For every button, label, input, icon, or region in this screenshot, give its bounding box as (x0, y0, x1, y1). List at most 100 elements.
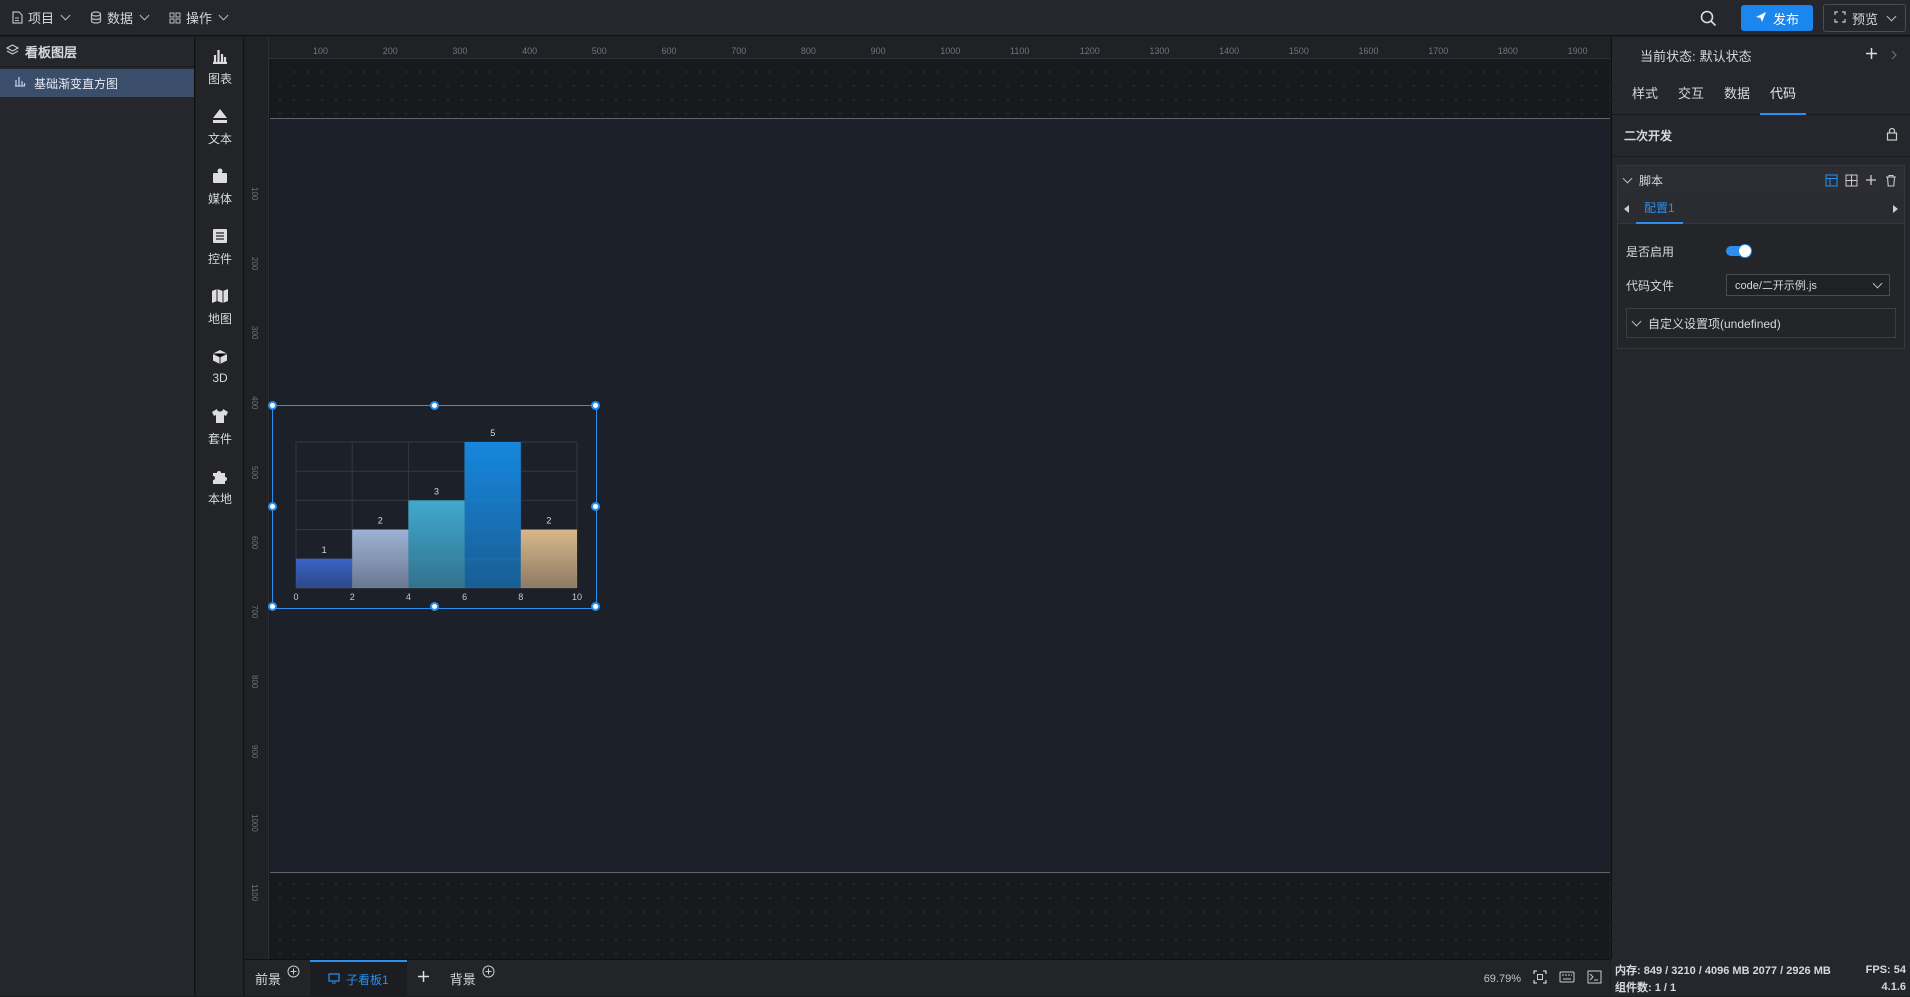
tab-style[interactable]: 样式 (1622, 73, 1668, 115)
ruler-vertical: 100 200 300 400 500 600 700 800 900 1000 1100 (245, 37, 269, 959)
menu-operation[interactable]: 操作 (158, 0, 237, 36)
menu-data[interactable]: 数据 (79, 0, 158, 36)
custom-settings-label: 自定义设置项(undefined) (1648, 316, 1781, 331)
chevron-down-icon (1631, 316, 1642, 326)
ruler-tick-label: 600 (250, 535, 259, 549)
zoom-level[interactable]: 69.79% (1484, 973, 1521, 985)
table-icon[interactable] (1844, 173, 1858, 187)
chevron-right-icon[interactable] (1890, 48, 1898, 63)
add-circle-icon[interactable] (482, 965, 495, 981)
state-row: 当前状态: 默认状态 (1612, 37, 1910, 73)
chevron-down-icon (1622, 173, 1633, 183)
code-file-value: code/二开示例.js (1735, 280, 1817, 292)
status-bar: 内存: 849 / 3210 / 4096 MB 2077 / 2926 MB … (1611, 959, 1910, 996)
resize-handle-tl[interactable] (268, 401, 277, 410)
canvas-area[interactable]: 100 200 300 400 500 600 700 800 900 1000 1100 1200 1… (245, 37, 1610, 959)
tab-code[interactable]: 代码 (1760, 73, 1807, 115)
tool-kit[interactable]: 套件 (196, 397, 244, 457)
resize-handle-tr[interactable] (591, 401, 600, 410)
resize-handle-bm[interactable] (430, 602, 439, 611)
ruler-tick-label: 200 (250, 256, 259, 271)
layers-panel: 看板图层 基础渐变直方图 (0, 37, 195, 996)
ruler-tick-label: 1000 (940, 46, 961, 56)
ruler-tick-label: 1000 (250, 814, 259, 833)
enable-toggle[interactable] (1726, 244, 1752, 258)
selected-chart-component[interactable]: 1 2 3 5 2 0 2 4 6 8 10 (268, 401, 600, 611)
trash-icon[interactable] (1884, 173, 1898, 187)
resize-handle-tm[interactable] (430, 401, 439, 410)
x-tick-label: 6 (462, 592, 467, 602)
ruler-tick-label: 600 (661, 46, 677, 56)
config-tab[interactable]: 配置1 (1636, 194, 1683, 224)
code-file-label: 代码文件 (1626, 278, 1675, 293)
chart-bar (520, 529, 577, 588)
tool-control[interactable]: 控件 (196, 217, 244, 277)
state-value[interactable]: 默认状态 (1700, 46, 1752, 65)
shirt-icon (211, 408, 229, 427)
tool-local[interactable]: 本地 (196, 457, 244, 517)
tab-foreground[interactable]: 前景 (245, 960, 310, 997)
ruler-tick-label: 800 (800, 46, 816, 56)
menu-project[interactable]: 项目 (0, 0, 79, 36)
chevron-down-icon (139, 10, 150, 21)
tab-background[interactable]: 背景 (440, 960, 505, 997)
script-header[interactable]: 脚本 (1618, 166, 1904, 194)
bar-chart-icon (211, 48, 229, 67)
tab-data[interactable]: 数据 (1714, 73, 1760, 115)
tool-control-label: 控件 (207, 251, 232, 266)
terminal-icon[interactable] (1587, 970, 1602, 987)
code-file-select[interactable]: code/二开示例.js (1726, 274, 1890, 296)
caret-left-icon[interactable] (1624, 201, 1630, 216)
layout-icon[interactable] (1824, 173, 1838, 187)
add-circle-icon[interactable] (287, 965, 300, 981)
code-file-field: 代码文件 code/二开示例.js (1618, 268, 1904, 302)
gradient-histogram-chart: 1 2 3 5 2 0 2 4 6 8 10 (293, 428, 582, 602)
keyboard-icon[interactable] (1559, 971, 1575, 986)
grid-icon (168, 11, 182, 25)
tool-map[interactable]: 地图 (196, 277, 244, 337)
caret-right-icon[interactable] (1892, 201, 1898, 216)
resize-handle-bl[interactable] (268, 602, 277, 611)
tool-chart[interactable]: 图表 (196, 37, 244, 97)
secondary-dev-title: 二次开发 (1624, 129, 1673, 143)
tool-3d[interactable]: 3D (196, 337, 244, 397)
resize-handle-ml[interactable] (268, 502, 277, 511)
tab-sub-board[interactable]: 子看板1 (310, 959, 407, 997)
script-section: 脚本 配置1 是否启用 代码文件 code/二开示例.js 自定义设置项(und… (1617, 165, 1905, 349)
text-icon (211, 108, 229, 127)
ruler-tick-label: 1500 (1288, 46, 1309, 56)
bar-chart-icon (14, 76, 26, 90)
add-state-icon[interactable] (1865, 47, 1878, 63)
chevron-down-icon (218, 10, 229, 21)
resize-handle-mr[interactable] (591, 502, 600, 511)
ruler-tick-label: 100 (250, 187, 259, 201)
preview-button[interactable]: 预览 (1822, 4, 1906, 32)
resize-handle-br[interactable] (591, 602, 600, 611)
publish-button[interactable]: 发布 (1740, 5, 1813, 31)
menu-project-label: 项目 (28, 11, 55, 26)
chart-bar (408, 500, 465, 588)
fit-screen-icon[interactable] (1533, 970, 1547, 987)
lock-icon[interactable] (1886, 127, 1898, 144)
script-title: 脚本 (1639, 173, 1664, 188)
search-icon[interactable] (1699, 8, 1719, 28)
tool-3d-label: 3D (212, 371, 228, 385)
layer-item[interactable]: 基础渐变直方图 (0, 69, 194, 97)
tab-interaction[interactable]: 交互 (1668, 73, 1714, 115)
add-board-button[interactable] (407, 960, 440, 997)
custom-settings-collapse[interactable]: 自定义设置项(undefined) (1626, 308, 1896, 338)
tool-kit-label: 套件 (207, 431, 232, 446)
x-tick-label: 0 (293, 592, 298, 602)
menu-data-label: 数据 (107, 11, 134, 26)
send-icon (1755, 11, 1767, 26)
preview-label: 预览 (1851, 11, 1878, 27)
tool-text[interactable]: 文本 (196, 97, 244, 157)
bar-value-label: 2 (546, 516, 551, 526)
ruler-tick-label: 500 (591, 46, 607, 56)
layers-icon (5, 44, 20, 59)
ruler-tick-label: 300 (452, 46, 468, 56)
ruler-tick-label: 1200 (1079, 46, 1100, 56)
plus-icon[interactable] (1864, 173, 1878, 187)
tool-media[interactable]: 媒体 (196, 157, 244, 217)
chevron-down-icon (60, 10, 71, 21)
